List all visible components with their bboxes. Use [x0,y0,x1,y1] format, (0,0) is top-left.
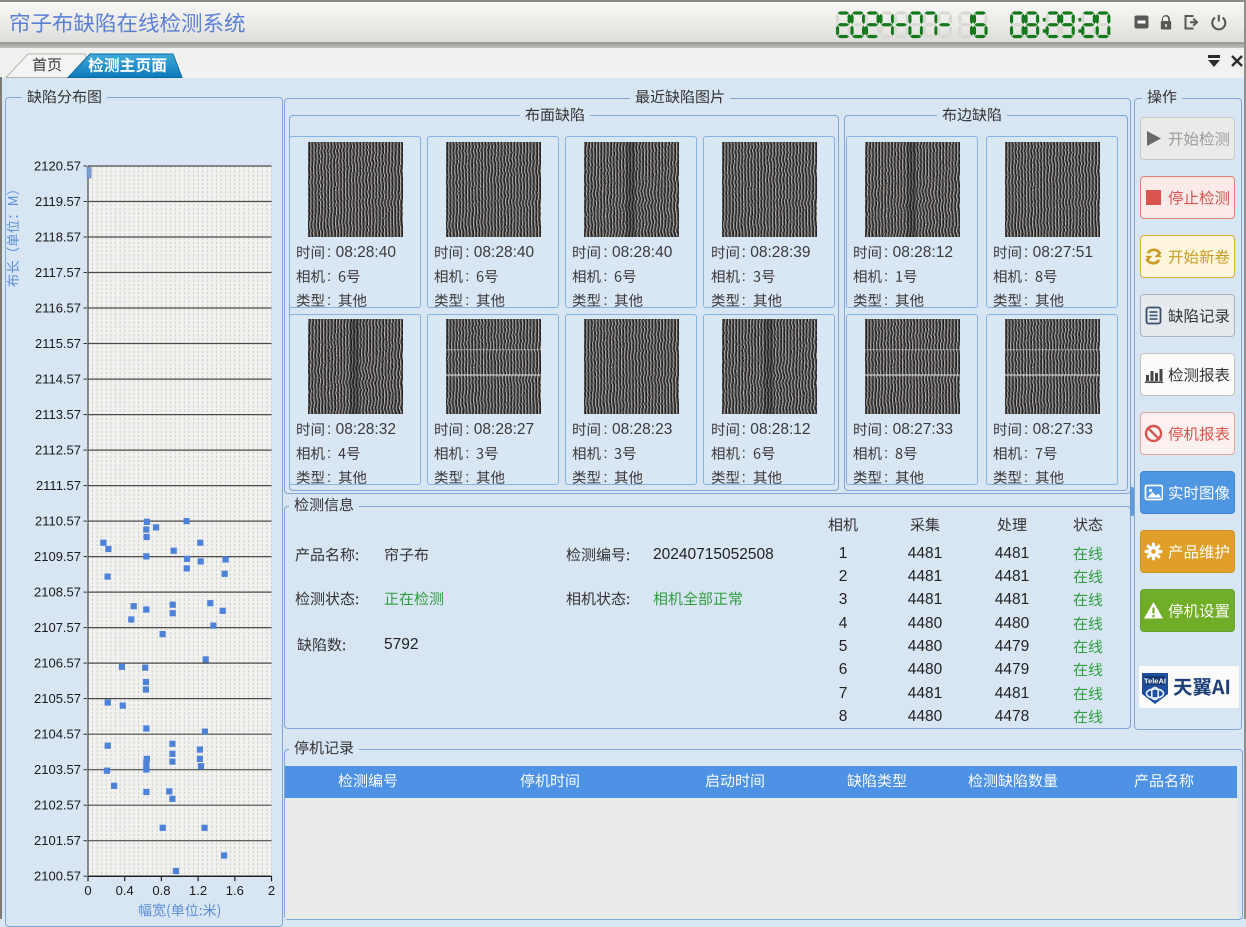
svg-text:2114.57: 2114.57 [35,372,81,387]
svg-text:2108.57: 2108.57 [34,585,81,600]
svg-text:2102.57: 2102.57 [34,798,81,813]
svg-text:2: 2 [268,883,275,898]
svg-text:2113.57: 2113.57 [35,407,81,422]
svg-text:0: 0 [84,883,91,898]
svg-text:2105.57: 2105.57 [34,691,81,706]
svg-text:2110.57: 2110.57 [35,514,81,529]
svg-text:2101.57: 2101.57 [34,833,81,848]
svg-text:2117.57: 2117.57 [35,265,81,280]
svg-text:2116.57: 2116.57 [35,301,81,316]
svg-text:2106.57: 2106.57 [34,656,81,671]
svg-text:1.6: 1.6 [226,883,244,898]
svg-text:0.8: 0.8 [152,883,170,898]
svg-text:2100.57: 2100.57 [34,869,81,884]
svg-text:2104.57: 2104.57 [34,727,81,742]
svg-text:2120.57: 2120.57 [34,159,81,174]
svg-text:TeleAI: TeleAI [1144,676,1166,685]
svg-text:2112.57: 2112.57 [35,443,81,458]
svg-text:2118.57: 2118.57 [35,230,81,245]
svg-text:2103.57: 2103.57 [34,762,81,777]
svg-text:2107.57: 2107.57 [34,620,81,635]
svg-text:2109.57: 2109.57 [34,549,81,564]
svg-text:1.2: 1.2 [189,883,207,898]
svg-text:2119.57: 2119.57 [35,194,81,209]
svg-text:2115.57: 2115.57 [35,336,81,351]
svg-text:0.4: 0.4 [116,883,134,898]
svg-text:2111.57: 2111.57 [36,478,81,493]
